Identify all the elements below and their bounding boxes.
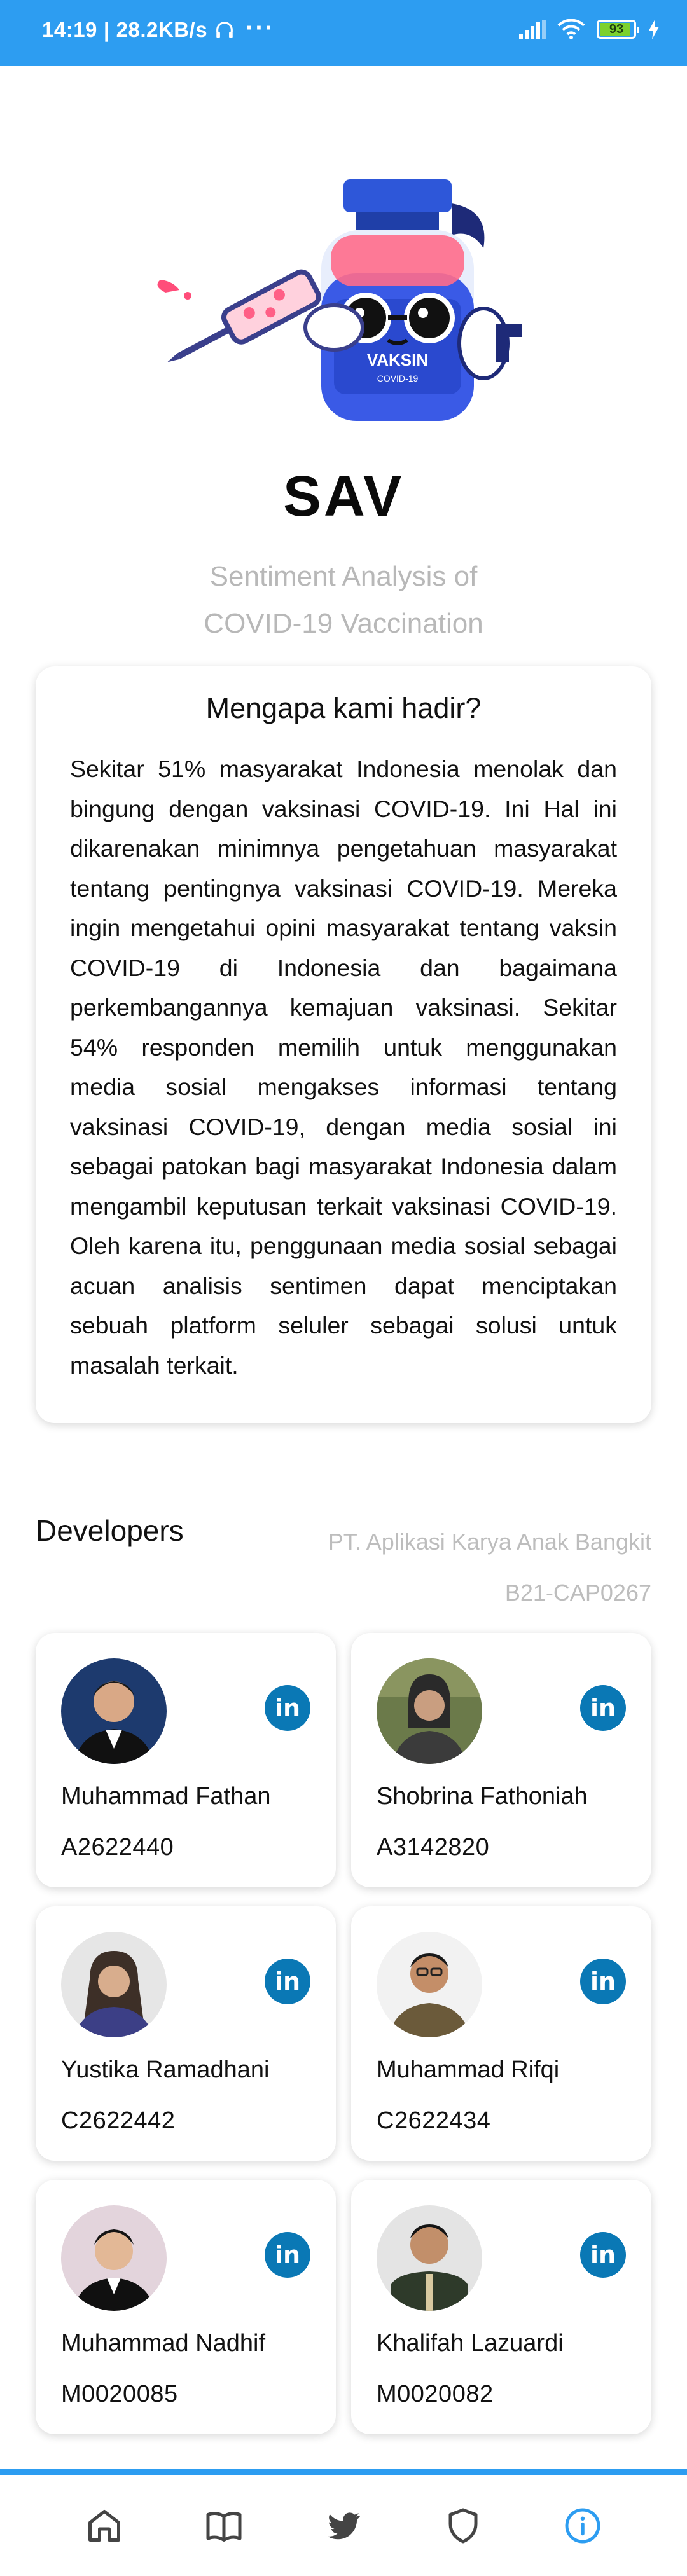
status-right: 93 [519,19,660,39]
developer-id: C2622442 [61,2107,176,2134]
mascot-label: VAKSIN [367,350,428,369]
linkedin-icon[interactable]: in [265,1685,310,1731]
linkedin-icon[interactable]: in [265,1959,310,2004]
why-heading: Mengapa kami hadir? [205,692,482,724]
headphone-icon [216,22,233,38]
developer-name: Muhammad Rifqi [377,2056,560,2083]
why-card: Mengapa kami hadir? Sekitar 51% masyarak… [36,666,651,1423]
developer-card: in Muhammad Nadhif M0020085 [36,2180,336,2434]
vaccine-mascot-illustration: VAKSIN COVID-19 [157,179,522,421]
charging-icon [649,19,659,39]
developers-title: Developers [36,1514,184,1547]
twitter-icon [328,2512,360,2539]
mascot-sublabel: COVID-19 [377,373,419,383]
developer-card: in Muhammad Rifqi C2622434 [351,1906,651,2161]
book-icon [206,2511,242,2542]
developer-id: A2622440 [61,1834,174,1861]
status-net-speed: 28.2KB/s [116,18,208,41]
avatar [377,2205,482,2311]
linkedin-icon[interactable]: in [580,1685,626,1731]
nav-home[interactable] [76,2497,133,2554]
home-icon [88,2509,120,2542]
developer-name: Muhammad Fathan [61,1783,271,1810]
nav-shield[interactable] [434,2497,492,2554]
developer-name: Yustika Ramadhani [61,2056,270,2083]
developer-card: in Muhammad Fathan A2622440 [36,1633,336,1887]
status-time: 14:19 [42,18,97,41]
status-left: 14:19 | 28.2KB/s [42,18,235,42]
developer-card: in Khalifah Lazuardi M0020082 [351,2180,651,2434]
team-id: B21-CAP0267 [504,1580,651,1606]
wifi-icon [557,19,585,39]
app-title: SAV [282,465,405,528]
linkedin-icon[interactable]: in [580,2232,626,2278]
developer-name: Khalifah Lazuardi [377,2330,564,2357]
avatar [61,1932,167,2037]
nav-twitter[interactable] [315,2497,372,2554]
avatar [61,2205,167,2311]
app-subtitle: Sentiment Analysis of COVID-19 Vaccinati… [204,561,483,639]
bottom-nav [0,2469,687,2576]
avatar [61,1658,167,1764]
developer-name: Muhammad Nadhif [61,2330,266,2357]
info-icon [565,2508,600,2543]
status-bar: 14:19 | 28.2KB/s ··· 93 [0,0,687,66]
avatar [377,1658,482,1764]
company-name: PT. Aplikasi Karya Anak Bangkit [328,1529,651,1555]
linkedin-icon[interactable]: in [580,1959,626,2004]
developer-card: in Shobrina Fathoniah A3142820 [351,1633,651,1887]
nav-info[interactable] [554,2497,611,2554]
nav-book[interactable] [195,2497,253,2554]
developer-id: C2622434 [377,2107,491,2134]
developer-id: M0020082 [377,2381,494,2407]
developer-card: in Yustika Ramadhani C2622442 [36,1906,336,2161]
status-more-icon: ··· [246,14,275,42]
signal-icon [519,20,546,39]
battery-icon: 93 [597,20,639,39]
developer-id: M0020085 [61,2381,178,2407]
developer-name: Shobrina Fathoniah [377,1783,588,1810]
linkedin-icon[interactable]: in [265,2232,310,2278]
avatar [377,1932,482,2037]
why-body: Sekitar 51% masyarakat Indonesia menolak… [70,755,617,1379]
shield-icon [448,2508,478,2543]
developer-id: A3142820 [377,1834,490,1861]
company-info: PT. Aplikasi Karya Anak Bangkit B21-CAP0… [328,1517,651,1618]
